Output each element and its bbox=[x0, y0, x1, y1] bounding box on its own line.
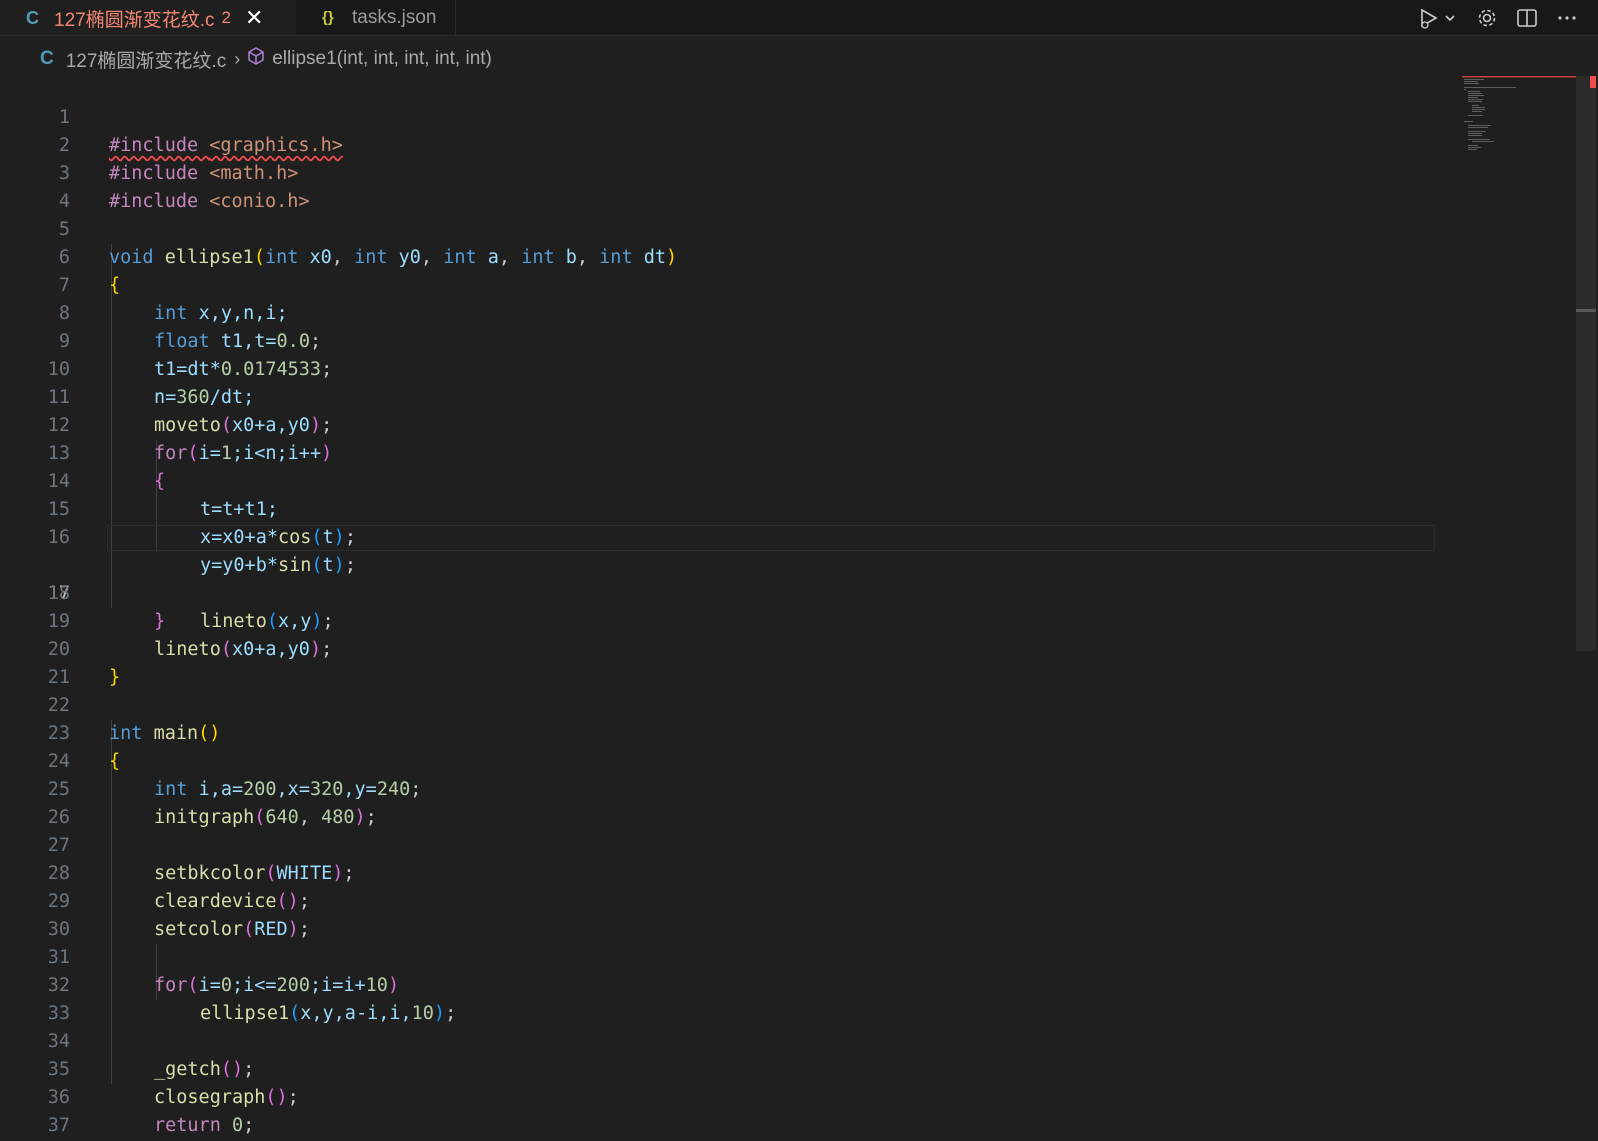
code-line: 13 { bbox=[0, 412, 1440, 492]
breadcrumb-symbol[interactable]: ellipse1(int, int, int, int, int) bbox=[272, 48, 492, 70]
code-token: 0 bbox=[231, 1115, 244, 1136]
code-token: ; bbox=[243, 1115, 255, 1136]
code-line: 20 } bbox=[0, 608, 1440, 688]
code-line: 24 int i,a=200,x=320,y=240; bbox=[0, 720, 1440, 800]
code-token: return bbox=[154, 1115, 221, 1136]
breadcrumb-file[interactable]: 127椭圆渐变花纹.c bbox=[66, 46, 226, 73]
current-code-line: 17 lineto(x,y); bbox=[0, 524, 1440, 632]
line-number: 37 bbox=[47, 1115, 70, 1136]
code-line: 7 int x,y,n,i; bbox=[0, 244, 1440, 324]
code-line: 8 float t1,t=0.0; bbox=[0, 272, 1440, 352]
tab-bar: C 127椭圆渐变花纹.c 2 ✕ {} tasks.json bbox=[0, 0, 1598, 36]
code-line: 16 y=y0+b*sin(t); bbox=[0, 496, 1440, 576]
more-actions-icon[interactable] bbox=[1556, 7, 1578, 29]
c-language-icon: C bbox=[26, 7, 39, 28]
cursor-position-marker bbox=[1576, 309, 1596, 312]
code-line: 1 #include <graphics.h> bbox=[0, 76, 1440, 156]
method-symbol-icon bbox=[246, 46, 266, 72]
tab-c-file[interactable]: C 127椭圆渐变花纹.c 2 ✕ bbox=[0, 0, 296, 35]
code-line: 10 n=360/dt; bbox=[0, 328, 1440, 408]
code-line: 4 bbox=[0, 160, 1440, 212]
close-icon[interactable]: ✕ bbox=[245, 7, 263, 29]
c-language-icon: C bbox=[40, 48, 54, 69]
code-line: 19 lineto(x0+a,y0); bbox=[0, 580, 1440, 660]
split-editor-icon[interactable] bbox=[1516, 7, 1538, 29]
code-line: 36 return 0; bbox=[0, 1056, 1440, 1136]
code-line: 35 closegraph(); bbox=[0, 1028, 1440, 1108]
breadcrumb: C 127椭圆渐变花纹.c › ellipse1(int, int, int, … bbox=[0, 40, 1440, 78]
code-line: 25 initgraph(640, 480); bbox=[0, 748, 1440, 828]
code-line: 34 _getch(); bbox=[0, 1000, 1440, 1080]
chevron-right-icon: › bbox=[234, 48, 241, 69]
code-line: 5 void ellipse1(int x0, int y0, int a, i… bbox=[0, 188, 1440, 268]
code-line: 28 cleardevice(); bbox=[0, 832, 1440, 912]
code-line: 9 t1=dt*0.0174533; bbox=[0, 300, 1440, 380]
code-line: 26 bbox=[0, 776, 1440, 828]
current-line-highlight bbox=[107, 525, 1435, 551]
code-line: 27 setbkcolor(WHITE); bbox=[0, 804, 1440, 884]
tab-label: tasks.json bbox=[352, 6, 437, 28]
minimap[interactable] bbox=[1462, 76, 1582, 196]
code-line: 21 bbox=[0, 636, 1440, 688]
json-file-icon: {} bbox=[322, 9, 334, 26]
problem-count-badge: 2 bbox=[221, 8, 231, 27]
code-line: 30 bbox=[0, 888, 1440, 940]
code-line: 11 moveto(x0+a,y0); bbox=[0, 356, 1440, 436]
gear-icon[interactable] bbox=[1476, 7, 1498, 29]
vertical-scrollbar[interactable] bbox=[1576, 76, 1596, 651]
tab-tasks-json[interactable]: {} tasks.json bbox=[296, 0, 456, 35]
code-line: 3 #include <conio.h> bbox=[0, 132, 1440, 212]
code-line: 37 } bbox=[0, 1084, 1440, 1136]
error-marker bbox=[1590, 76, 1596, 88]
code-line: 18 } bbox=[0, 552, 1440, 632]
code-line: 31 for(i=0;i<=200;i=i+10) bbox=[0, 916, 1440, 996]
code-line: 15 x=x0+a*cos(t); bbox=[0, 468, 1440, 548]
code-line: 12 for(i=1;i<n;i++) bbox=[0, 384, 1440, 464]
code-line: 14 t=t+t1; bbox=[0, 440, 1440, 520]
tab-label: 127椭圆渐变花纹.c bbox=[54, 9, 215, 31]
run-debug-icon[interactable] bbox=[1418, 6, 1458, 30]
editor-actions bbox=[1418, 0, 1578, 35]
code-line: 6 { bbox=[0, 216, 1440, 296]
code-line: 22 int main() bbox=[0, 664, 1440, 744]
code-editor[interactable]: 1 #include <graphics.h> 2 #include <math… bbox=[0, 76, 1440, 1141]
code-line: 2 #include <math.h> bbox=[0, 104, 1440, 184]
code-line: 33 bbox=[0, 972, 1440, 1024]
code-line: 32 ellipse1(x,y,a-i,i,10); bbox=[0, 944, 1440, 1024]
code-line: 29 setcolor(RED); bbox=[0, 860, 1440, 940]
code-line: 23 { bbox=[0, 692, 1440, 772]
